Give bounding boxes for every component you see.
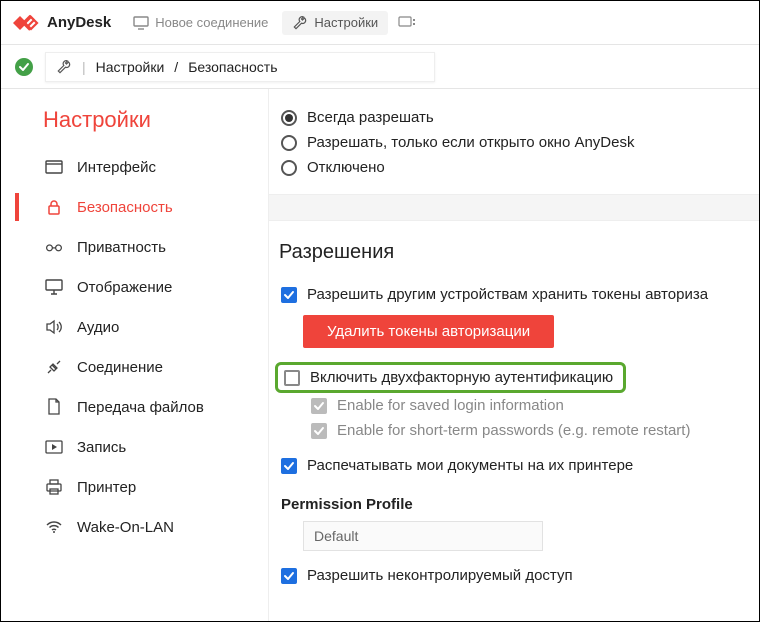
tab-new-connection[interactable]: Новое соединение bbox=[123, 11, 278, 34]
select-value: Default bbox=[314, 528, 358, 544]
radio-allow-always[interactable]: Всегда разрешать bbox=[277, 105, 759, 130]
content-pane: Всегда разрешать Разрешать, только если … bbox=[269, 89, 759, 621]
radio-label: Отключено bbox=[307, 159, 385, 176]
speaker-icon bbox=[45, 318, 63, 336]
file-icon bbox=[45, 398, 63, 416]
app-logo bbox=[11, 13, 39, 33]
title-bar: AnyDesk Новое соединение Настройки bbox=[1, 1, 759, 45]
window-icon bbox=[45, 158, 63, 176]
checkbox-label: Enable for short-term passwords (e.g. re… bbox=[337, 422, 690, 439]
highlighted-option-frame: Включить двухфакторную аутентификацию bbox=[275, 362, 626, 393]
view-mode-button[interactable] bbox=[392, 14, 422, 32]
checkbox-enable-short-term[interactable]: Enable for short-term passwords (e.g. re… bbox=[277, 418, 751, 443]
sidebar-item-label: Интерфейс bbox=[77, 159, 156, 176]
monitor-icon bbox=[45, 278, 63, 296]
radio-disabled[interactable]: Отключено bbox=[277, 155, 759, 180]
checkbox-icon bbox=[284, 370, 300, 386]
radio-allow-if-open[interactable]: Разрешать, только если открыто окно AnyD… bbox=[277, 130, 759, 155]
sidebar-item-label: Передача файлов bbox=[77, 399, 204, 416]
tab-settings[interactable]: Настройки bbox=[282, 11, 388, 35]
radio-label: Разрешать, только если открыто окно AnyD… bbox=[307, 134, 634, 151]
breadcrumb-root: Настройки bbox=[96, 59, 165, 75]
sidebar-item-display[interactable]: Отображение bbox=[1, 267, 268, 307]
plug-icon bbox=[45, 358, 63, 376]
printer-icon bbox=[45, 478, 63, 496]
status-ok-icon bbox=[15, 58, 33, 76]
tab-settings-label: Настройки bbox=[314, 15, 378, 30]
checkbox-icon bbox=[281, 568, 297, 584]
display-grid-icon bbox=[398, 16, 416, 30]
sidebar-item-connection[interactable]: Соединение bbox=[1, 347, 268, 387]
app-name: AnyDesk bbox=[47, 14, 111, 31]
checkbox-label: Enable for saved login information bbox=[337, 397, 564, 414]
sidebar: Настройки Интерфейс Безопасность Приватн… bbox=[1, 89, 269, 621]
monitor-icon bbox=[133, 16, 149, 30]
permission-profile-select[interactable]: Default bbox=[303, 521, 543, 551]
checkbox-icon bbox=[311, 398, 327, 414]
wrench-icon bbox=[292, 15, 308, 31]
wrench-icon bbox=[56, 59, 72, 75]
sidebar-item-label: Приватность bbox=[77, 239, 166, 256]
checkbox-allow-unattended[interactable]: Разрешить неконтролируемый доступ bbox=[277, 563, 751, 588]
sidebar-item-label: Безопасность bbox=[77, 199, 173, 216]
glasses-icon bbox=[45, 238, 63, 256]
sidebar-item-label: Отображение bbox=[77, 279, 172, 296]
radio-icon bbox=[281, 110, 297, 126]
section-divider bbox=[269, 195, 759, 221]
sidebar-title: Настройки bbox=[1, 107, 268, 147]
lock-icon bbox=[45, 198, 63, 216]
sidebar-item-interface[interactable]: Интерфейс bbox=[1, 147, 268, 187]
checkbox-enable-2fa[interactable]: Включить двухфакторную аутентификацию bbox=[280, 367, 617, 388]
checkbox-enable-saved-login[interactable]: Enable for saved login information bbox=[277, 393, 751, 418]
sidebar-item-label: Wake-On-LAN bbox=[77, 519, 174, 536]
breadcrumb[interactable]: | Настройки/Безопасность bbox=[45, 52, 435, 82]
sidebar-item-file-transfer[interactable]: Передача файлов bbox=[1, 387, 268, 427]
checkbox-icon bbox=[281, 458, 297, 474]
permissions-section: Разрешения Разрешить другим устройствам … bbox=[269, 221, 759, 588]
breadcrumb-bar: | Настройки/Безопасность bbox=[1, 45, 759, 89]
sidebar-item-label: Запись bbox=[77, 439, 126, 456]
radio-icon bbox=[281, 135, 297, 151]
checkbox-label: Разрешить другим устройствам хранить ток… bbox=[307, 286, 708, 303]
sidebar-item-label: Соединение bbox=[77, 359, 163, 376]
interactive-access-group: Всегда разрешать Разрешать, только если … bbox=[269, 89, 759, 195]
play-icon bbox=[45, 438, 63, 456]
breadcrumb-leaf: Безопасность bbox=[188, 59, 277, 75]
checkbox-label: Разрешить неконтролируемый доступ bbox=[307, 567, 573, 584]
sidebar-item-privacy[interactable]: Приватность bbox=[1, 227, 268, 267]
permissions-title: Разрешения bbox=[279, 241, 751, 264]
anydesk-logo-icon bbox=[11, 13, 39, 33]
checkbox-icon bbox=[311, 423, 327, 439]
sidebar-item-recording[interactable]: Запись bbox=[1, 427, 268, 467]
permission-profile-title: Permission Profile bbox=[281, 496, 751, 513]
sidebar-item-label: Аудио bbox=[77, 319, 119, 336]
checkbox-store-tokens[interactable]: Разрешить другим устройствам хранить ток… bbox=[277, 282, 751, 307]
sidebar-item-security[interactable]: Безопасность bbox=[1, 187, 268, 227]
checkbox-label: Включить двухфакторную аутентификацию bbox=[310, 369, 613, 386]
radio-label: Всегда разрешать bbox=[307, 109, 434, 126]
tab-new-connection-label: Новое соединение bbox=[155, 15, 268, 30]
sidebar-item-audio[interactable]: Аудио bbox=[1, 307, 268, 347]
sidebar-item-label: Принтер bbox=[77, 479, 136, 496]
wifi-icon bbox=[45, 518, 63, 536]
sidebar-item-printer[interactable]: Принтер bbox=[1, 467, 268, 507]
delete-tokens-button[interactable]: Удалить токены авторизации bbox=[303, 315, 554, 348]
sidebar-item-wol[interactable]: Wake-On-LAN bbox=[1, 507, 268, 547]
checkbox-label: Распечатывать мои документы на их принте… bbox=[307, 457, 633, 474]
checkbox-print-docs[interactable]: Распечатывать мои документы на их принте… bbox=[277, 453, 751, 478]
radio-icon bbox=[281, 160, 297, 176]
checkbox-icon bbox=[281, 287, 297, 303]
